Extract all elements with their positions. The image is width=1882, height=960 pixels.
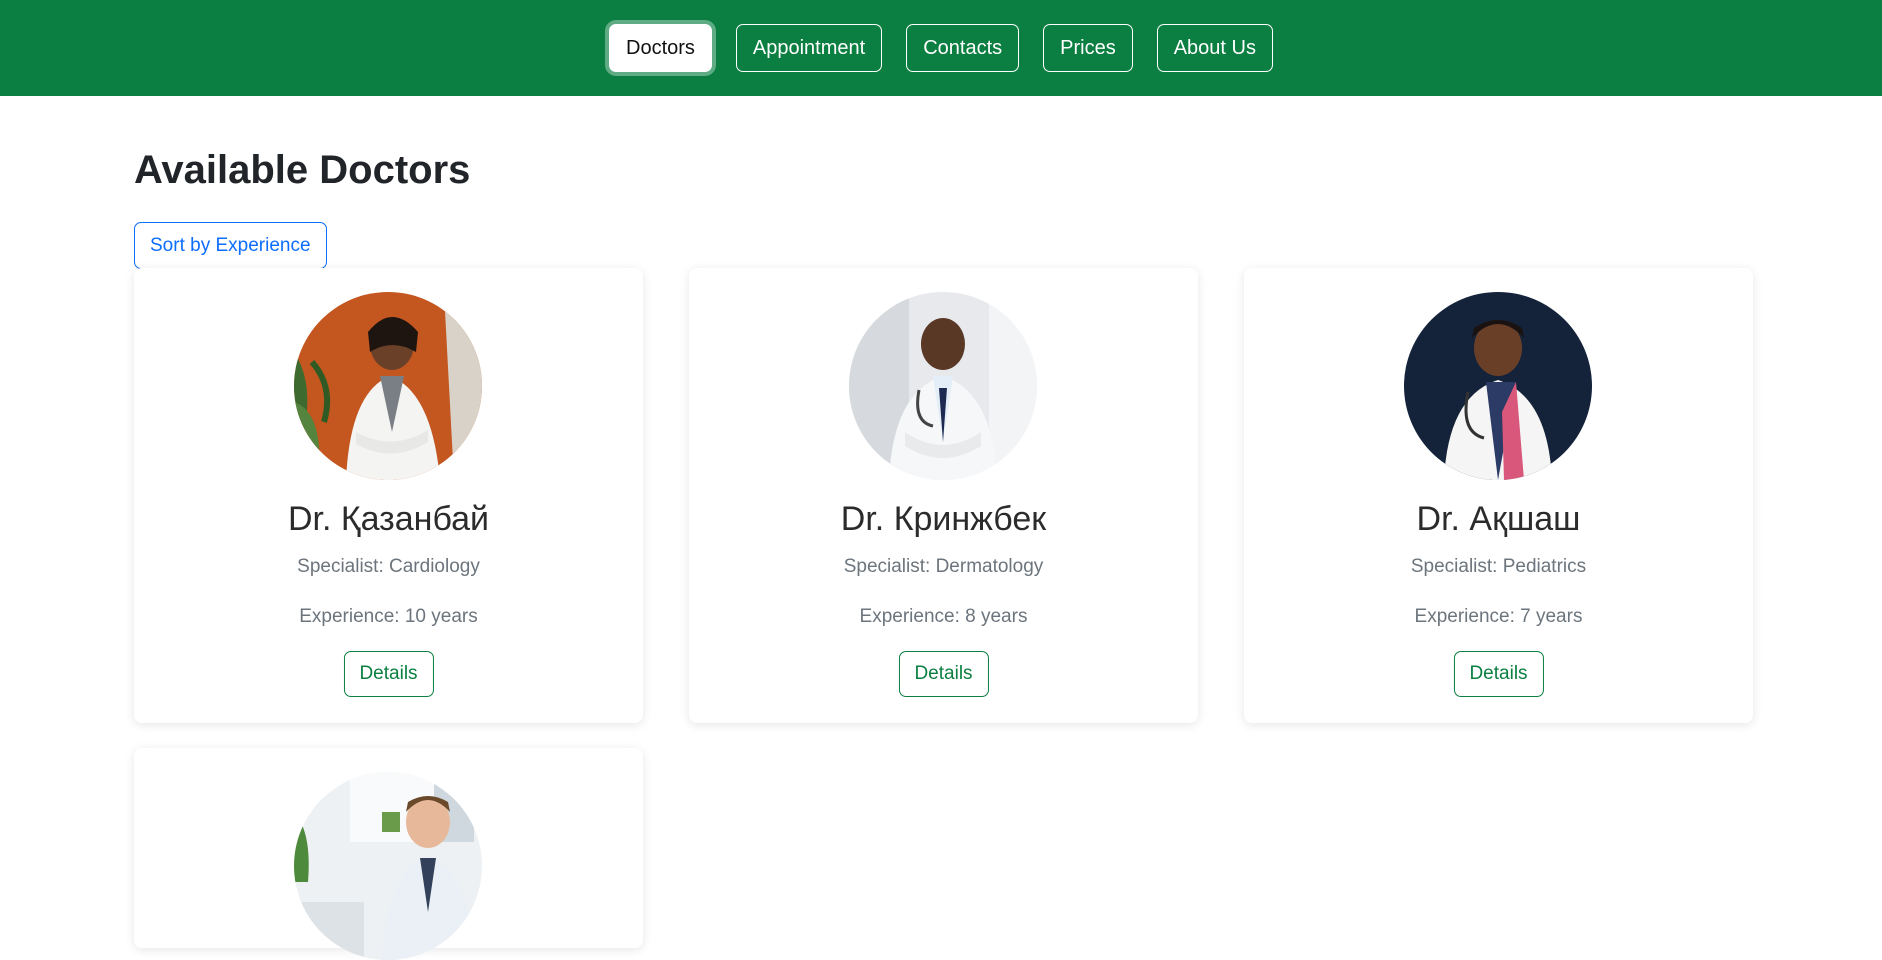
doctor-card: Dr. Кринжбек Specialist: Dermatology Exp… xyxy=(689,268,1198,723)
nav-contacts-button[interactable]: Contacts xyxy=(906,24,1020,72)
details-button[interactable]: Details xyxy=(898,651,989,697)
doctor-specialty: Specialist: Cardiology xyxy=(297,556,480,577)
page-title: Available Doctors xyxy=(134,148,471,192)
doctor-name: Dr. Ақшаш xyxy=(1416,500,1581,538)
doctor-photo xyxy=(849,292,1037,480)
doctor-experience: Experience: 7 years xyxy=(1414,606,1583,627)
doctor-photo xyxy=(294,292,482,480)
sort-by-experience-button[interactable]: Sort by Experience xyxy=(134,222,327,269)
top-navbar: Doctors Appointment Contacts Prices Abou… xyxy=(0,0,1882,96)
doctor-card: Dr. Ақшаш Specialist: Pediatrics Experie… xyxy=(1244,268,1753,723)
doctor-name: Dr. Кринжбек xyxy=(840,500,1047,538)
doctor-photo xyxy=(294,772,482,960)
details-button[interactable]: Details xyxy=(343,651,434,697)
doctor-photo xyxy=(1404,292,1592,480)
doctor-specialty: Specialist: Dermatology xyxy=(843,556,1044,577)
nav-prices-button[interactable]: Prices xyxy=(1043,24,1133,72)
doctor-card xyxy=(134,748,643,960)
nav-appointment-button[interactable]: Appointment xyxy=(735,24,883,72)
doctor-specialty: Specialist: Pediatrics xyxy=(1410,556,1587,577)
nav-doctors-button[interactable]: Doctors xyxy=(609,24,712,72)
doctor-card: Dr. Қазанбай Specialist: Cardiology Expe… xyxy=(134,268,643,723)
details-button[interactable]: Details xyxy=(1453,651,1544,697)
nav-about-us-button[interactable]: About Us xyxy=(1156,24,1273,72)
doctor-name: Dr. Қазанбай xyxy=(287,500,490,538)
doctor-experience: Experience: 8 years xyxy=(859,606,1028,627)
doctor-experience: Experience: 10 years xyxy=(299,606,478,627)
